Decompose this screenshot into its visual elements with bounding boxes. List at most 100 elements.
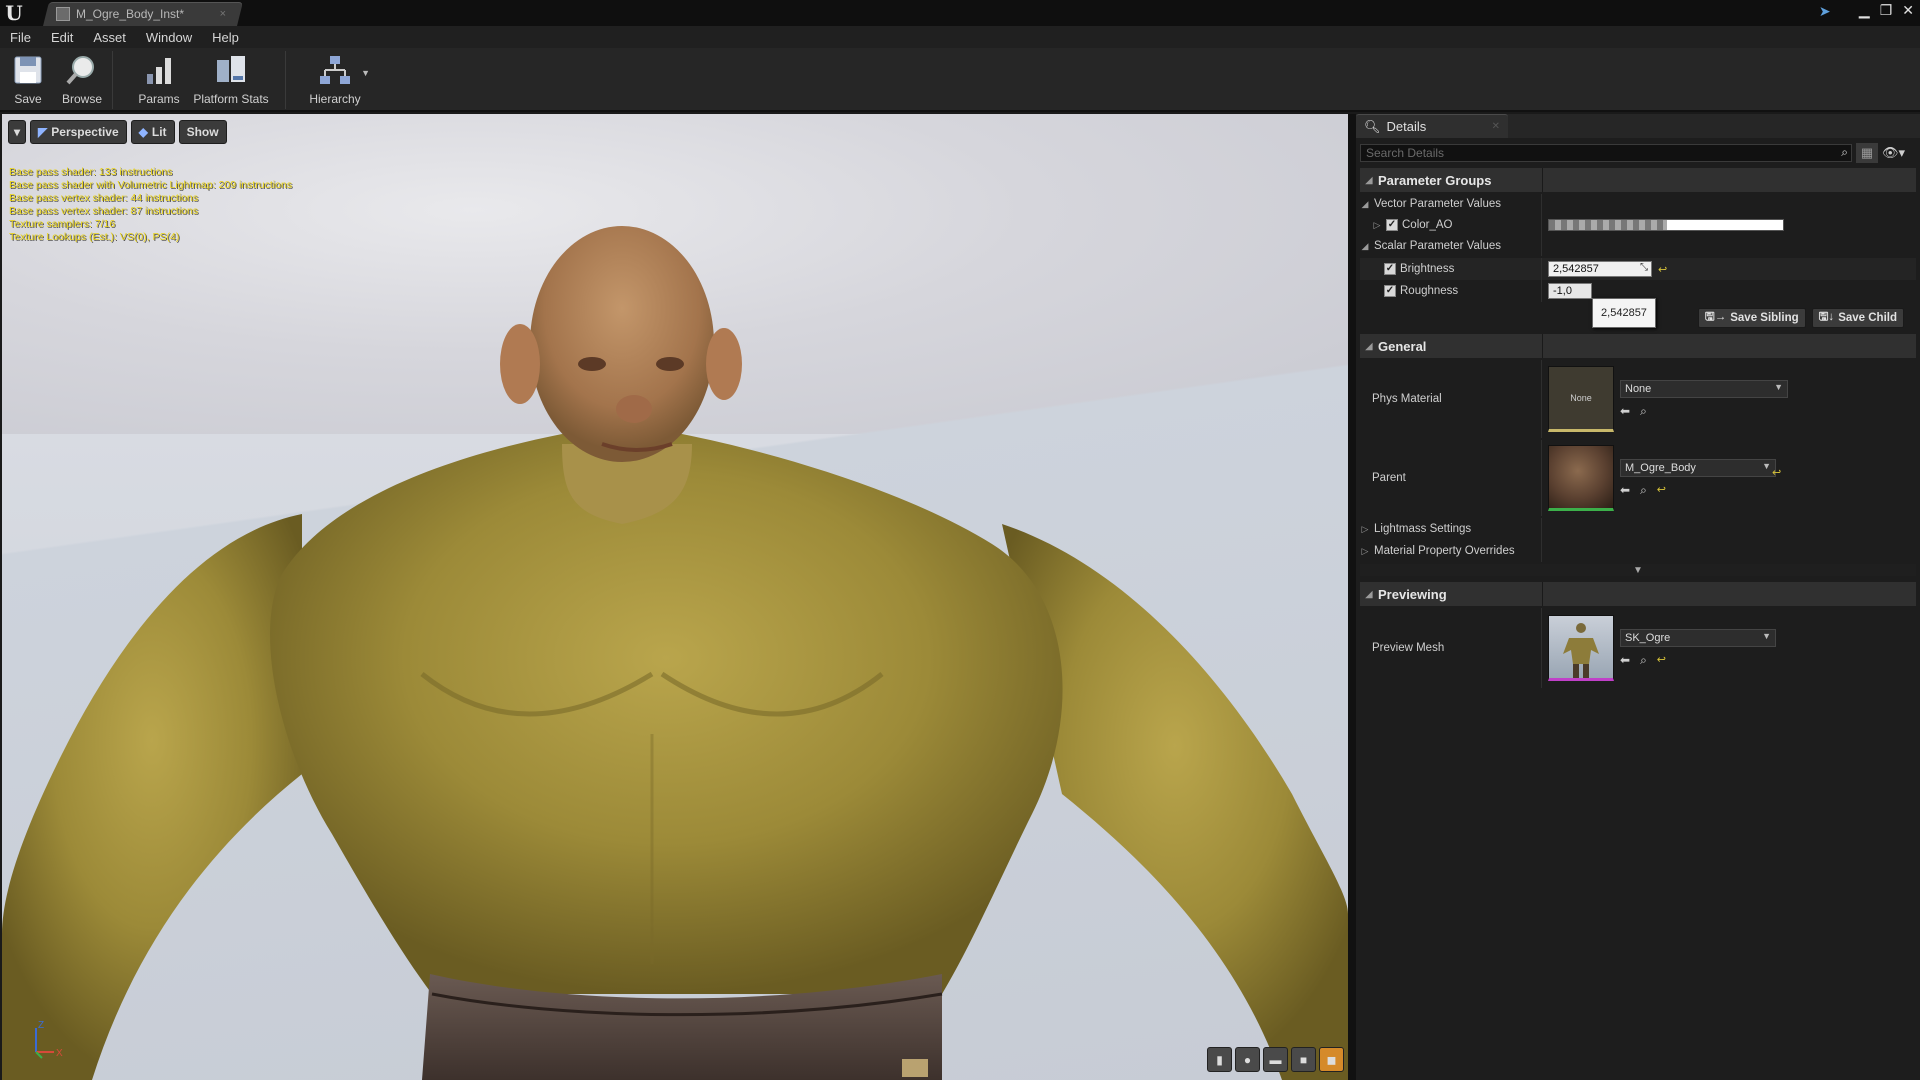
row-parent: Parent M_Ogre_Body ▼ ⬅ ⌕ ↩ ↩	[1360, 440, 1916, 516]
cylinder-preview-icon[interactable]: ▮	[1207, 1047, 1232, 1072]
browse-label: Browse	[61, 92, 102, 106]
category-label: Vector Parameter Values	[1374, 198, 1501, 210]
panel-splitter[interactable]	[1348, 114, 1356, 1080]
document-tab[interactable]: M_Ogre_Body_Inst* ×	[52, 2, 238, 26]
search-input[interactable]: Search Details ⌕	[1360, 144, 1852, 162]
expand-arrow-icon[interactable]: ▷	[1372, 220, 1382, 231]
title-bar: U M_Ogre_Body_Inst* × ➤ ▁ ❐ ✕	[0, 0, 1920, 26]
reset-to-default-icon[interactable]: ↩	[1657, 483, 1666, 498]
chevron-down-icon: ▼	[1762, 460, 1771, 471]
category-scalar-params[interactable]: ◢ Scalar Parameter Values	[1360, 236, 1916, 256]
property-matrix-icon[interactable]: ▦	[1856, 143, 1878, 163]
hierarchy-dropdown-icon[interactable]: ▼	[361, 68, 370, 78]
browse-magnifier-icon[interactable]: ⌕	[1640, 404, 1647, 419]
advanced-expander[interactable]: ▼	[1360, 564, 1916, 576]
minimize-button[interactable]: ▁	[1859, 2, 1870, 19]
view-options-eye-icon[interactable]: 👁︎▾	[1882, 143, 1912, 163]
restore-button[interactable]: ❐	[1880, 2, 1893, 19]
cube-preview-icon[interactable]: ■	[1291, 1047, 1316, 1072]
plane-preview-icon[interactable]: ▬	[1263, 1047, 1288, 1072]
perspective-button[interactable]: ◤ Perspective	[30, 120, 127, 144]
collapse-arrow-icon: ◢	[1361, 198, 1369, 209]
menu-help[interactable]: Help	[202, 30, 249, 45]
stat-line: Base pass vertex shader: 44 instructions	[9, 192, 199, 204]
param-row-brightness: ✓ Brightness 2,542857 ⤡ ↩	[1360, 258, 1916, 280]
platform-stats-button[interactable]: Platform Stats	[191, 48, 271, 110]
color-ao-swatch[interactable]	[1548, 219, 1784, 231]
brightness-checkbox[interactable]: ✓	[1384, 263, 1396, 275]
brightness-field[interactable]: 2,542857 ⤡	[1548, 261, 1652, 277]
menu-asset[interactable]: Asset	[83, 30, 136, 45]
tab-close-icon[interactable]: ×	[220, 8, 226, 20]
save-child-button[interactable]: 🖫↓ Save Child	[1811, 308, 1904, 328]
stat-line: Base pass vertex shader: 87 instructions	[9, 205, 199, 217]
save-sibling-button[interactable]: 🖫→ Save Sibling	[1697, 308, 1806, 328]
details-icon: 🔍︎	[1364, 118, 1381, 134]
section-title: Parameter Groups	[1378, 172, 1492, 188]
params-button[interactable]: Params	[135, 48, 183, 110]
document-tab-title: M_Ogre_Body_Inst*	[76, 7, 185, 21]
details-tab[interactable]: 🔍︎ Details ✕	[1356, 114, 1508, 138]
show-button[interactable]: Show	[178, 120, 227, 144]
category-vector-params[interactable]: ◢ Vector Parameter Values	[1360, 194, 1916, 214]
preview-mesh-thumbnail[interactable]	[1548, 615, 1614, 681]
reset-to-default-icon[interactable]: ↩	[1657, 653, 1666, 668]
combo-value: None	[1625, 382, 1652, 395]
section-parameter-groups[interactable]: ◢ Parameter Groups	[1360, 168, 1916, 192]
preview-mesh-label: Preview Mesh	[1372, 642, 1445, 654]
bar-chart-icon	[141, 52, 177, 88]
preview-viewport[interactable]: ▾ ◤ Perspective ◆ Lit Show Base pass sha…	[2, 114, 1348, 1080]
use-selected-arrow-icon[interactable]: ⬅	[1620, 653, 1630, 668]
browse-magnifier-icon[interactable]: ⌕	[1640, 653, 1647, 668]
color-ao-checkbox[interactable]: ✓	[1386, 219, 1398, 231]
preview-shape-tools: ▮ ● ▬ ■ ◼	[1207, 1047, 1344, 1072]
browse-button[interactable]: Browse	[60, 48, 104, 110]
reset-to-default-icon[interactable]: ↩	[1658, 263, 1667, 276]
feedback-icon[interactable]: ➤	[1819, 3, 1837, 19]
save-child-label: Save Child	[1838, 312, 1897, 324]
roughness-checkbox[interactable]: ✓	[1384, 285, 1396, 297]
save-button[interactable]: Save	[10, 48, 46, 110]
details-body: Search Details ⌕ ▦ 👁︎▾ ◢ Parameter Group…	[1356, 138, 1920, 1080]
perspective-label: Perspective	[51, 125, 119, 139]
browse-magnifier-icon[interactable]: ⌕	[1640, 483, 1647, 498]
axis-gizmo: Z X	[35, 1020, 63, 1059]
stat-line: Texture samplers: 7/16	[9, 218, 116, 230]
magnifier-icon	[64, 52, 100, 88]
sphere-preview-icon[interactable]: ●	[1235, 1047, 1260, 1072]
tab-close-icon[interactable]: ✕	[1492, 121, 1500, 132]
category-lightmass[interactable]: ▷ Lightmass Settings	[1360, 518, 1916, 540]
drag-arrows-icon[interactable]: ⤡	[1640, 262, 1648, 273]
unreal-logo-icon[interactable]: U	[2, 1, 26, 25]
lit-button[interactable]: ◆ Lit	[130, 120, 175, 144]
use-selected-arrow-icon[interactable]: ⬅	[1620, 404, 1630, 419]
close-button[interactable]: ✕	[1902, 2, 1914, 19]
menu-file[interactable]: File	[0, 30, 41, 45]
hierarchy-button[interactable]: Hierarchy ▼	[306, 48, 370, 110]
viewport-options-button[interactable]: ▾	[8, 120, 27, 144]
platform-stats-icon	[213, 52, 249, 88]
preview-mesh-combo[interactable]: SK_Ogre ▼	[1620, 628, 1776, 647]
use-selected-arrow-icon[interactable]: ⬅	[1620, 483, 1630, 498]
section-general[interactable]: ◢ General	[1360, 334, 1916, 358]
row-phys-material: Phys Material None None ▼ ⬅ ⌕	[1360, 360, 1916, 438]
section-previewing[interactable]: ◢ Previewing	[1360, 582, 1916, 606]
phys-material-combo[interactable]: None ▼	[1620, 379, 1788, 398]
mesh-preview-icon[interactable]: ◼	[1319, 1047, 1344, 1072]
section-title: Previewing	[1378, 586, 1447, 602]
phys-material-thumbnail[interactable]: None	[1548, 366, 1614, 432]
menu-bar: File Edit Asset Window Help	[0, 26, 1920, 48]
parent-material-thumbnail[interactable]	[1548, 445, 1614, 511]
reset-to-default-icon[interactable]: ↩	[1772, 466, 1781, 479]
collapse-arrow-icon: ◢	[1365, 588, 1373, 599]
viewport-toolbar: ▾ ◤ Perspective ◆ Lit Show	[8, 120, 227, 144]
menu-window[interactable]: Window	[136, 30, 202, 45]
row-preview-mesh: Preview Mesh SK_Ogre ▼ ⬅ ⌕ ↩	[1360, 608, 1916, 688]
category-material-overrides[interactable]: ▷ Material Property Overrides	[1360, 540, 1916, 562]
save-icon	[10, 52, 46, 88]
menu-edit[interactable]: Edit	[41, 30, 83, 45]
roughness-field[interactable]: -1,0	[1548, 283, 1592, 299]
search-placeholder: Search Details	[1366, 146, 1445, 160]
parent-combo[interactable]: M_Ogre_Body ▼	[1620, 458, 1776, 477]
expand-arrow-icon: ▷	[1361, 545, 1369, 556]
